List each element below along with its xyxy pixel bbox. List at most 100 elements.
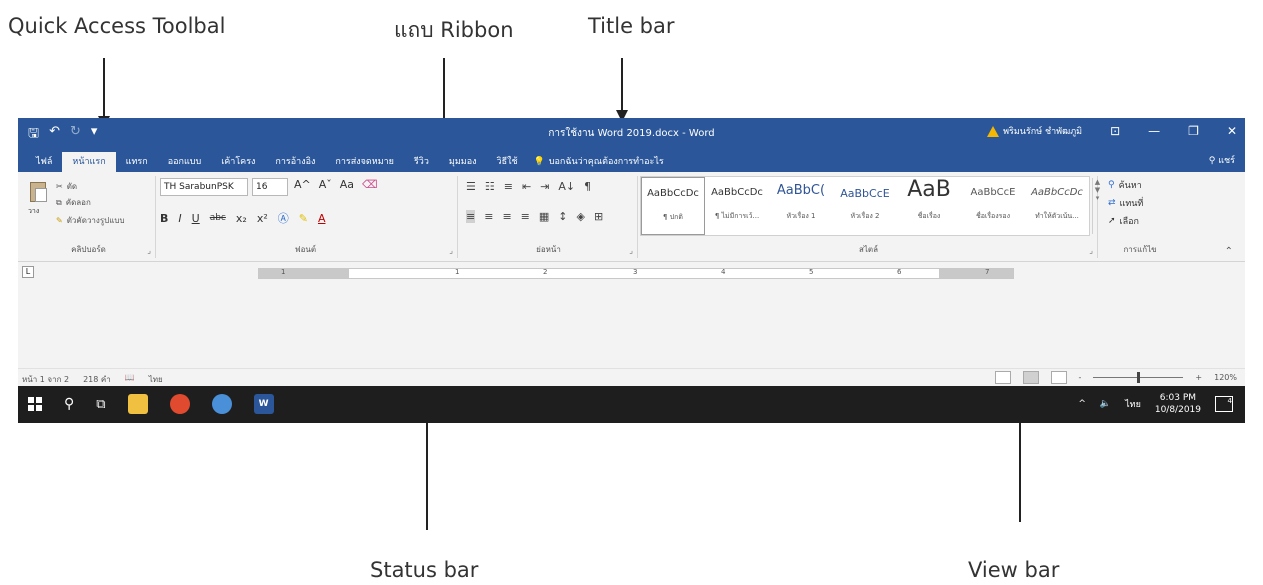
tab-home[interactable]: หน้าแรก (62, 152, 116, 172)
style-heading-2[interactable]: AaBbCcE หัวเรื่อง 2 (833, 177, 897, 235)
shading-icon[interactable]: ◈ (577, 210, 585, 223)
tab-references[interactable]: การอ้างอิง (265, 152, 325, 172)
horizontal-ruler[interactable]: 1 1 2 3 4 5 6 7 (258, 268, 1014, 279)
font-size-box[interactable]: 16 (252, 178, 288, 196)
tab-layout[interactable]: เค้าโครง (211, 152, 265, 172)
text-effects-icon[interactable]: Ⓐ (278, 210, 289, 226)
chrome-icon[interactable] (169, 394, 190, 414)
zoom-out-button[interactable]: - (1079, 373, 1082, 382)
font-color-button[interactable]: A (318, 212, 326, 225)
notifications-icon[interactable]: 4 (1215, 396, 1233, 412)
borders-icon[interactable]: ⊞ (594, 210, 603, 223)
style-no-spacing[interactable]: AaBbCcDc ¶ ไม่มีการเว้... (705, 177, 769, 235)
input-language[interactable]: ไทย (1125, 397, 1141, 411)
collapse-ribbon-icon[interactable]: ⌃ (1225, 246, 1233, 257)
chevron-up-icon[interactable]: ^ (1078, 399, 1086, 409)
styles-launcher-icon[interactable]: ⌟ (1089, 246, 1093, 255)
zoom-slider-knob[interactable] (1137, 372, 1141, 383)
clipboard-launcher-icon[interactable]: ⌟ (147, 246, 151, 255)
select-label: เลือก (1119, 217, 1139, 227)
tell-me-box[interactable]: 💡 บอกฉันว่าคุณต้องการทำอะไร (528, 152, 674, 172)
language-indicator[interactable]: ไทย (149, 373, 163, 386)
search-icon[interactable]: ⚲ (64, 396, 74, 412)
read-mode-button[interactable] (994, 371, 1011, 384)
word-window: 🖫 ↶ ↻ ▾ การใช้งาน Word 2019.docx - Word … (18, 118, 1245, 423)
restore-button[interactable]: ❐ (1188, 124, 1199, 138)
cut-button[interactable]: ✂ ตัด (56, 180, 77, 193)
proofing-icon[interactable]: 📖 (125, 373, 135, 386)
style-heading-1[interactable]: AaBbC( หัวเรื่อง 1 (769, 177, 833, 235)
tab-view[interactable]: มุมมอง (439, 152, 487, 172)
align-right-icon[interactable]: ≡ (502, 210, 511, 223)
clock-date: 10/8/2019 (1154, 405, 1201, 415)
system-clock[interactable]: 6:03 PM 10/8/2019 (1155, 392, 1201, 416)
superscript-button[interactable]: x² (257, 212, 268, 225)
format-painter-button[interactable]: ✎ ตัวคัดวางรูปแบบ (56, 214, 125, 227)
document-area[interactable] (18, 282, 1245, 368)
subscript-button[interactable]: x₂ (236, 212, 247, 225)
line-spacing-icon[interactable]: ↕ (558, 210, 567, 223)
copy-label: คัดลอก (65, 198, 91, 207)
windows-start-icon[interactable] (28, 397, 42, 411)
font-name-box[interactable]: TH SarabunPSK (160, 178, 248, 196)
change-case-button[interactable]: Aa (340, 178, 354, 191)
minimize-button[interactable]: — (1148, 124, 1160, 138)
tab-insert[interactable]: แทรก (116, 152, 158, 172)
justify-icon[interactable]: ≡ (521, 210, 530, 223)
multilevel-list-icon[interactable]: ≡ (504, 180, 513, 193)
paragraph-launcher-icon[interactable]: ⌟ (629, 246, 633, 255)
style-title[interactable]: AaB ชื่อเรื่อง (897, 177, 961, 235)
word-taskbar-icon[interactable]: W (253, 394, 274, 414)
tab-mailings[interactable]: การส่งจดหมาย (325, 152, 404, 172)
italic-button[interactable]: I (178, 212, 181, 225)
strikethrough-button[interactable]: abc (210, 213, 226, 223)
task-view-icon[interactable]: ⧉ (96, 397, 105, 412)
page-count[interactable]: หน้า 1 จาก 2 (22, 373, 69, 386)
zoom-level[interactable]: 120% (1214, 373, 1237, 382)
word-count[interactable]: 218 คำ (83, 373, 111, 386)
close-button[interactable]: ✕ (1227, 124, 1237, 138)
clock-time: 6:03 PM (1159, 393, 1197, 403)
volume-icon[interactable]: 🔈 (1100, 399, 1111, 409)
share-button[interactable]: ⚲ แชร์ (1209, 153, 1235, 167)
style-subtitle[interactable]: AaBbCcE ชื่อเรื่องรอง (961, 177, 1025, 235)
web-layout-button[interactable] (1050, 371, 1067, 384)
numbering-icon[interactable]: ☷ (485, 180, 495, 193)
tab-review[interactable]: รีวิว (404, 152, 439, 172)
style-emphasis[interactable]: AaBbCcDc ทำให้ตัวเน้น... (1025, 177, 1089, 235)
style-normal[interactable]: AaBbCcDc ¶ ปกติ (641, 177, 705, 235)
align-left-icon[interactable]: ≡ (466, 210, 476, 223)
bullets-icon[interactable]: ☰ (466, 180, 476, 193)
annotation-view-bar: View bar (968, 558, 1060, 582)
highlight-icon[interactable]: ✎ (299, 212, 308, 225)
account-area[interactable]: พริมนรักษ์ ชำพัฒภูมิ (987, 124, 1082, 138)
shrink-font-button[interactable]: Aˇ (319, 178, 332, 191)
ribbon-display-options-icon[interactable]: ⊡ (1110, 124, 1120, 138)
replace-button[interactable]: ⇄ แทนที่ (1108, 196, 1143, 210)
tab-design[interactable]: ออกแบบ (158, 152, 212, 172)
find-button[interactable]: ⚲ ค้นหา (1108, 178, 1142, 192)
clear-formatting-icon[interactable]: ⌫ (362, 178, 378, 191)
tab-help[interactable]: วิธีใช้ (487, 152, 528, 172)
show-formatting-button[interactable]: ¶ (584, 180, 591, 193)
tab-selector-icon[interactable]: L (22, 266, 34, 278)
zoom-in-button[interactable]: + (1195, 373, 1202, 382)
copy-button[interactable]: ⧉ คัดลอก (56, 196, 91, 209)
grow-font-button[interactable]: A^ (294, 178, 311, 191)
paste-button[interactable]: วาง (26, 178, 52, 218)
bold-button[interactable]: B (160, 212, 168, 225)
zoom-slider[interactable] (1093, 372, 1184, 383)
globe-icon[interactable] (211, 394, 232, 414)
increase-indent-icon[interactable]: ⇥ (540, 180, 549, 193)
print-layout-button[interactable] (1022, 371, 1039, 384)
select-button[interactable]: ➚ เลือก (1108, 214, 1139, 228)
sort-button[interactable]: A↓ (558, 180, 575, 193)
tab-file[interactable]: ไฟล์ (26, 152, 62, 172)
underline-button[interactable]: U (192, 212, 200, 225)
file-explorer-icon[interactable] (127, 394, 148, 414)
distributed-icon[interactable]: ▦ (539, 210, 549, 223)
share-label: แชร์ (1218, 156, 1235, 166)
align-center-icon[interactable]: ≡ (484, 210, 493, 223)
decrease-indent-icon[interactable]: ⇤ (522, 180, 531, 193)
font-launcher-icon[interactable]: ⌟ (449, 246, 453, 255)
